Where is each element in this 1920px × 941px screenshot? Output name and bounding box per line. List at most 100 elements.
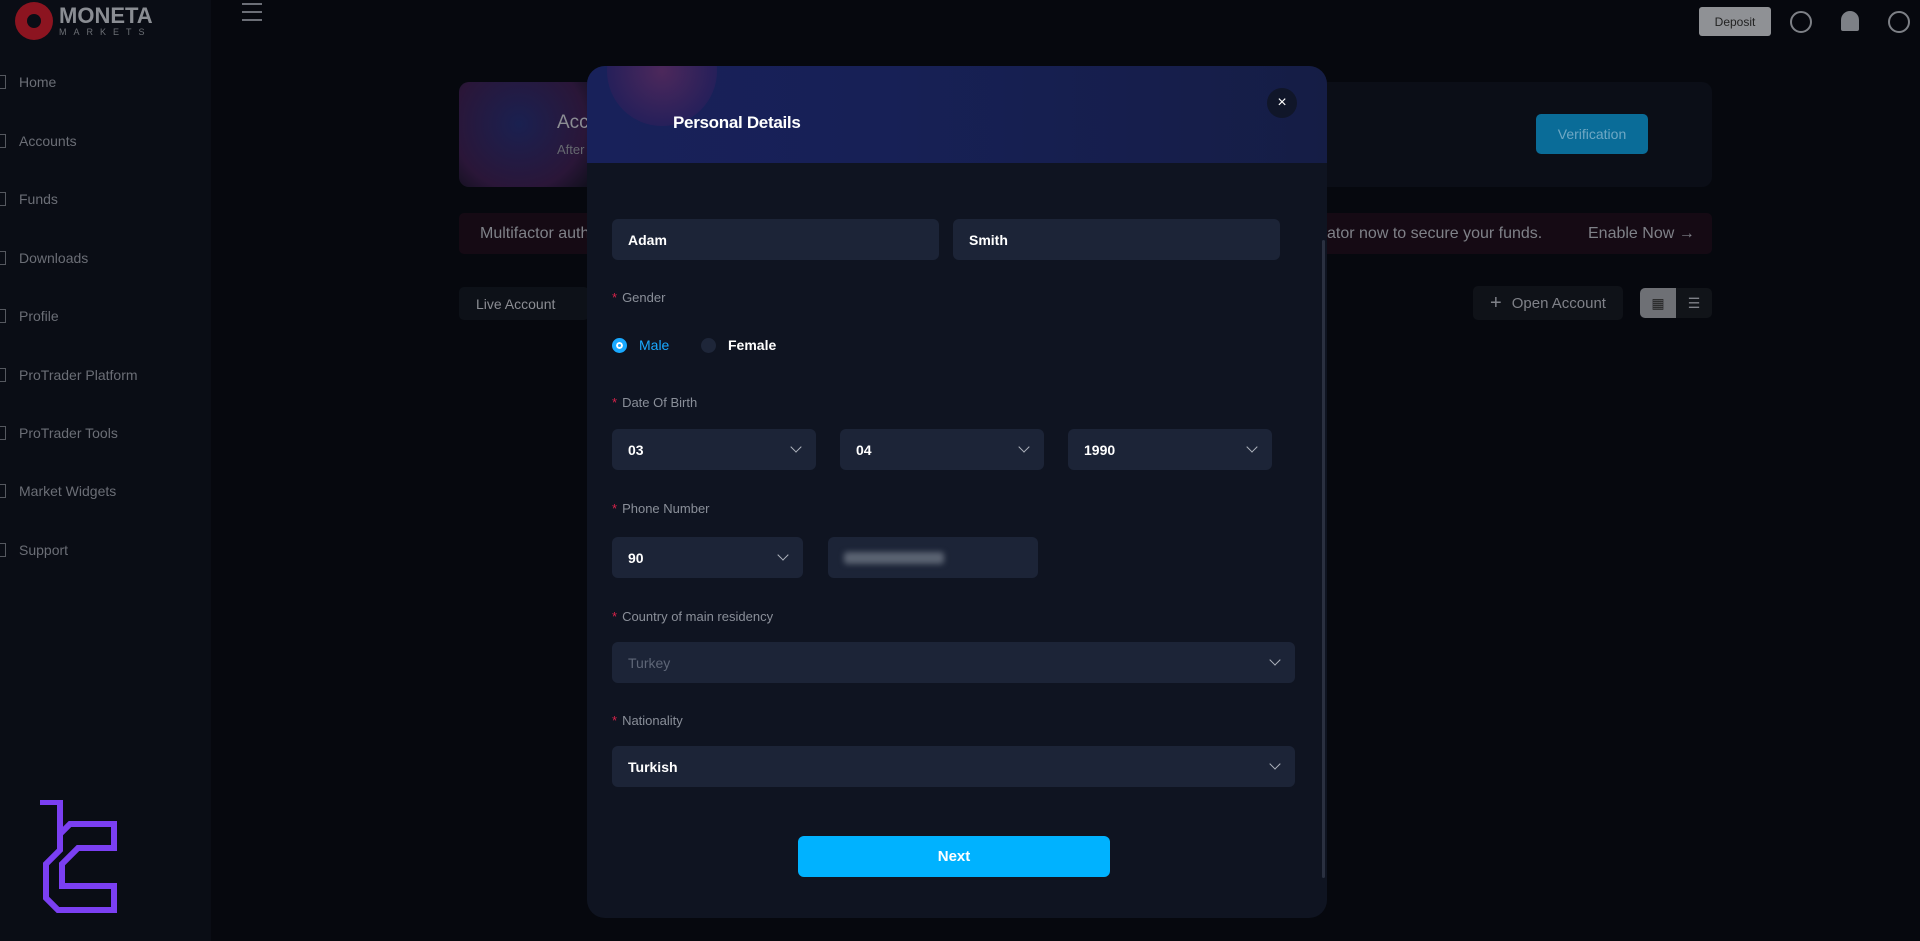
- chevron-down-icon: [1269, 758, 1281, 770]
- required-mark: *: [612, 609, 618, 624]
- sidebar-item-label: Accounts: [19, 133, 77, 149]
- verification-button[interactable]: Verification: [1536, 114, 1648, 154]
- chevron-down-icon: [1018, 441, 1030, 453]
- country-label-text: Country of main residency: [622, 609, 774, 624]
- nationality-label-text: Nationality: [622, 713, 683, 728]
- view-toggle: ▦ ☰: [1640, 288, 1712, 318]
- sidebar-item-downloads[interactable]: Downloads: [0, 243, 211, 273]
- banner-title: Acc: [557, 112, 589, 133]
- required-mark: *: [612, 290, 618, 305]
- radio-unchecked-icon: [701, 337, 716, 353]
- radio-female[interactable]: Female: [701, 337, 776, 353]
- sidebar-item-accounts[interactable]: Accounts: [0, 126, 211, 156]
- last-name-value: Smith: [969, 231, 1008, 248]
- globe-icon[interactable]: [1790, 11, 1812, 33]
- plus-icon: +: [1490, 291, 1502, 314]
- sidebar: MONETA MARKETS Home Accounts Funds Downloads…: [0, 0, 211, 941]
- female-label: Female: [728, 337, 777, 353]
- logo-text: MONETA: [59, 3, 153, 28]
- dob-day-select[interactable]: 03: [612, 429, 816, 470]
- sidebar-item-label: Market Widgets: [19, 483, 117, 499]
- chevron-down-icon: [777, 549, 789, 561]
- radio-male[interactable]: Male: [612, 337, 669, 353]
- first-name-value: Adam: [628, 231, 667, 248]
- sidebar-item-support[interactable]: Support: [0, 535, 211, 565]
- next-button[interactable]: Next: [798, 836, 1110, 877]
- sidebar-item-label: ProTrader Tools: [19, 425, 118, 441]
- dob-day-value: 03: [628, 441, 644, 458]
- mfa-text-right: ator now to secure your funds.: [1327, 225, 1543, 242]
- country-label: * Country of main residency: [612, 609, 773, 624]
- gender-label: * Gender: [612, 290, 665, 305]
- dob-label-text: Date Of Birth: [622, 395, 698, 410]
- chevron-down-icon: [790, 441, 802, 453]
- moneta-logo[interactable]: MONETA MARKETS: [15, 2, 153, 40]
- enable-now-link[interactable]: Enable Now →: [1588, 225, 1695, 243]
- close-icon[interactable]: ×: [1267, 88, 1297, 118]
- tab-live-account[interactable]: Live Account: [459, 287, 589, 320]
- sidebar-item-protrader-platform[interactable]: ProTrader Platform: [0, 360, 211, 390]
- open-account-button[interactable]: + Open Account: [1473, 286, 1623, 320]
- personal-details-modal: Personal Details × Adam Smith * Gender Ma…: [587, 66, 1327, 918]
- logo-mark-icon: [15, 2, 53, 40]
- sidebar-item-home[interactable]: Home: [0, 67, 211, 97]
- mfa-text: Multifactor auth: [480, 225, 590, 242]
- country-value: Turkey: [628, 654, 671, 671]
- sidebar-item-funds[interactable]: Funds: [0, 184, 211, 214]
- phone-label-text: Phone Number: [622, 501, 710, 516]
- modal-scrollbar[interactable]: [1322, 240, 1325, 878]
- required-mark: *: [612, 395, 618, 410]
- first-name-input[interactable]: Adam: [612, 219, 939, 260]
- dob-label: * Date Of Birth: [612, 395, 697, 410]
- last-name-input[interactable]: Smith: [953, 219, 1280, 260]
- modal-title: Personal Details: [673, 113, 801, 132]
- country-select[interactable]: Turkey: [612, 642, 1295, 683]
- chevron-down-icon: [1269, 654, 1281, 666]
- sidebar-item-label: ProTrader Platform: [19, 367, 138, 383]
- phone-number-input[interactable]: [828, 537, 1038, 578]
- download-icon: [0, 251, 6, 265]
- profile-icon: [0, 309, 6, 323]
- open-account-label: Open Account: [1511, 294, 1606, 312]
- sidebar-item-profile[interactable]: Profile: [0, 301, 211, 331]
- dob-month-value: 04: [856, 441, 872, 458]
- nationality-label: * Nationality: [612, 713, 683, 728]
- sidebar-item-market-widgets[interactable]: Market Widgets: [0, 476, 211, 506]
- logo-subtext: MARKETS: [59, 27, 152, 37]
- platform-icon: [0, 368, 6, 382]
- funds-icon: [0, 192, 6, 206]
- chevron-down-icon: [1246, 441, 1258, 453]
- deposit-button[interactable]: Deposit: [1699, 7, 1771, 36]
- nationality-select[interactable]: Turkish: [612, 746, 1295, 787]
- sidebar-item-protrader-tools[interactable]: ProTrader Tools: [0, 418, 211, 448]
- phone-code-select[interactable]: 90: [612, 537, 803, 578]
- tools-icon: [0, 426, 6, 440]
- phone-code-value: 90: [628, 549, 644, 566]
- support-icon: [0, 543, 6, 557]
- menu-toggle-icon[interactable]: [242, 3, 262, 21]
- phone-label: * Phone Number: [612, 501, 710, 516]
- sidebar-item-label: Downloads: [19, 250, 89, 266]
- blurred-phone-number: [844, 551, 944, 564]
- radio-checked-icon: [612, 337, 627, 353]
- home-icon: [0, 75, 6, 89]
- male-label: Male: [639, 337, 670, 353]
- bell-icon[interactable]: [1841, 11, 1859, 31]
- sidebar-item-label: Funds: [19, 191, 58, 207]
- sidebar-item-label: Support: [19, 542, 69, 558]
- dob-year-select[interactable]: 1990: [1068, 429, 1272, 470]
- widgets-icon: [0, 484, 6, 498]
- required-mark: *: [612, 713, 618, 728]
- required-mark: *: [612, 501, 618, 516]
- gender-label-text: Gender: [622, 290, 666, 305]
- sidebar-item-label: Profile: [19, 308, 59, 324]
- avatar-icon[interactable]: [1888, 11, 1910, 33]
- grid-view-icon[interactable]: ▦: [1640, 288, 1676, 318]
- banner-subtitle: After: [557, 142, 585, 157]
- accounts-icon: [0, 134, 6, 148]
- watermark-logo-icon: [40, 800, 117, 913]
- dob-month-select[interactable]: 04: [840, 429, 1044, 470]
- dob-year-value: 1990: [1084, 441, 1116, 458]
- list-view-icon[interactable]: ☰: [1676, 288, 1712, 318]
- sidebar-item-label: Home: [19, 74, 57, 90]
